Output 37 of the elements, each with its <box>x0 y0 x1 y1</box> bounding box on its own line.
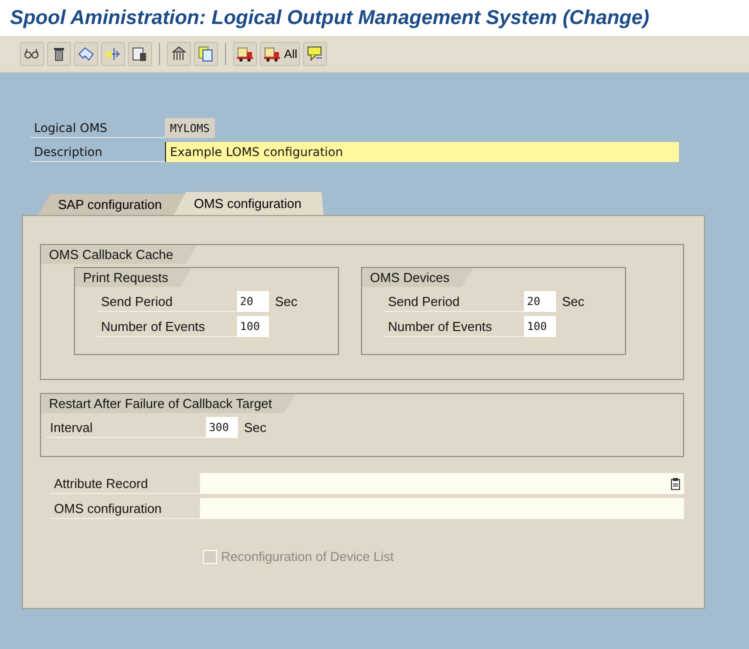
list-icon <box>671 478 680 490</box>
truck-icon <box>263 45 281 63</box>
group-title: Print Requests <box>75 268 192 287</box>
window-title: Spool Aministration: Logical Output Management System (Change) <box>10 6 650 30</box>
toolbar-button[interactable] <box>194 42 218 66</box>
copy-icon <box>197 45 215 63</box>
split-arrows-icon <box>104 45 122 63</box>
input-field[interactable] <box>200 498 684 519</box>
toolbar-button[interactable] <box>303 42 328 66</box>
unit-label: Sec <box>275 294 298 309</box>
toolbar-button[interactable] <box>101 42 125 66</box>
toolbar-button[interactable] <box>47 42 71 66</box>
toolbar-button[interactable] <box>233 42 257 66</box>
message-icon <box>306 45 324 63</box>
group-title: OMS Devices <box>362 268 474 287</box>
group-title: OMS Callback Cache <box>41 245 198 264</box>
checkbox-label: Reconfiguration of Device List <box>221 549 394 564</box>
input-field[interactable]: 300 <box>206 417 238 438</box>
tab[interactable]: OMS configuration <box>174 192 324 215</box>
toolbar-button[interactable] <box>74 42 98 66</box>
unit-label: Sec <box>244 420 266 435</box>
display-field: MYLOMS <box>165 118 215 138</box>
toolbar-button[interactable] <box>20 42 44 66</box>
input-field[interactable]: 100 <box>237 316 269 337</box>
input-field[interactable] <box>200 473 684 494</box>
toolbar-button[interactable] <box>128 42 152 66</box>
input-field[interactable]: 20 <box>524 291 556 312</box>
toolbar-button[interactable] <box>167 42 191 66</box>
tab[interactable]: SAP configuration <box>38 194 184 215</box>
truck-icon <box>236 45 254 63</box>
building-icon <box>170 45 188 63</box>
unit-label: Sec <box>562 294 584 309</box>
toolbar-button[interactable]: All <box>260 42 300 66</box>
input-field[interactable]: Example LOMS configuration <box>165 142 679 162</box>
input-field[interactable]: 100 <box>524 316 556 337</box>
group-title: Restart After Failure of Callback Target <box>41 394 296 413</box>
input-field[interactable]: 20 <box>237 291 269 312</box>
